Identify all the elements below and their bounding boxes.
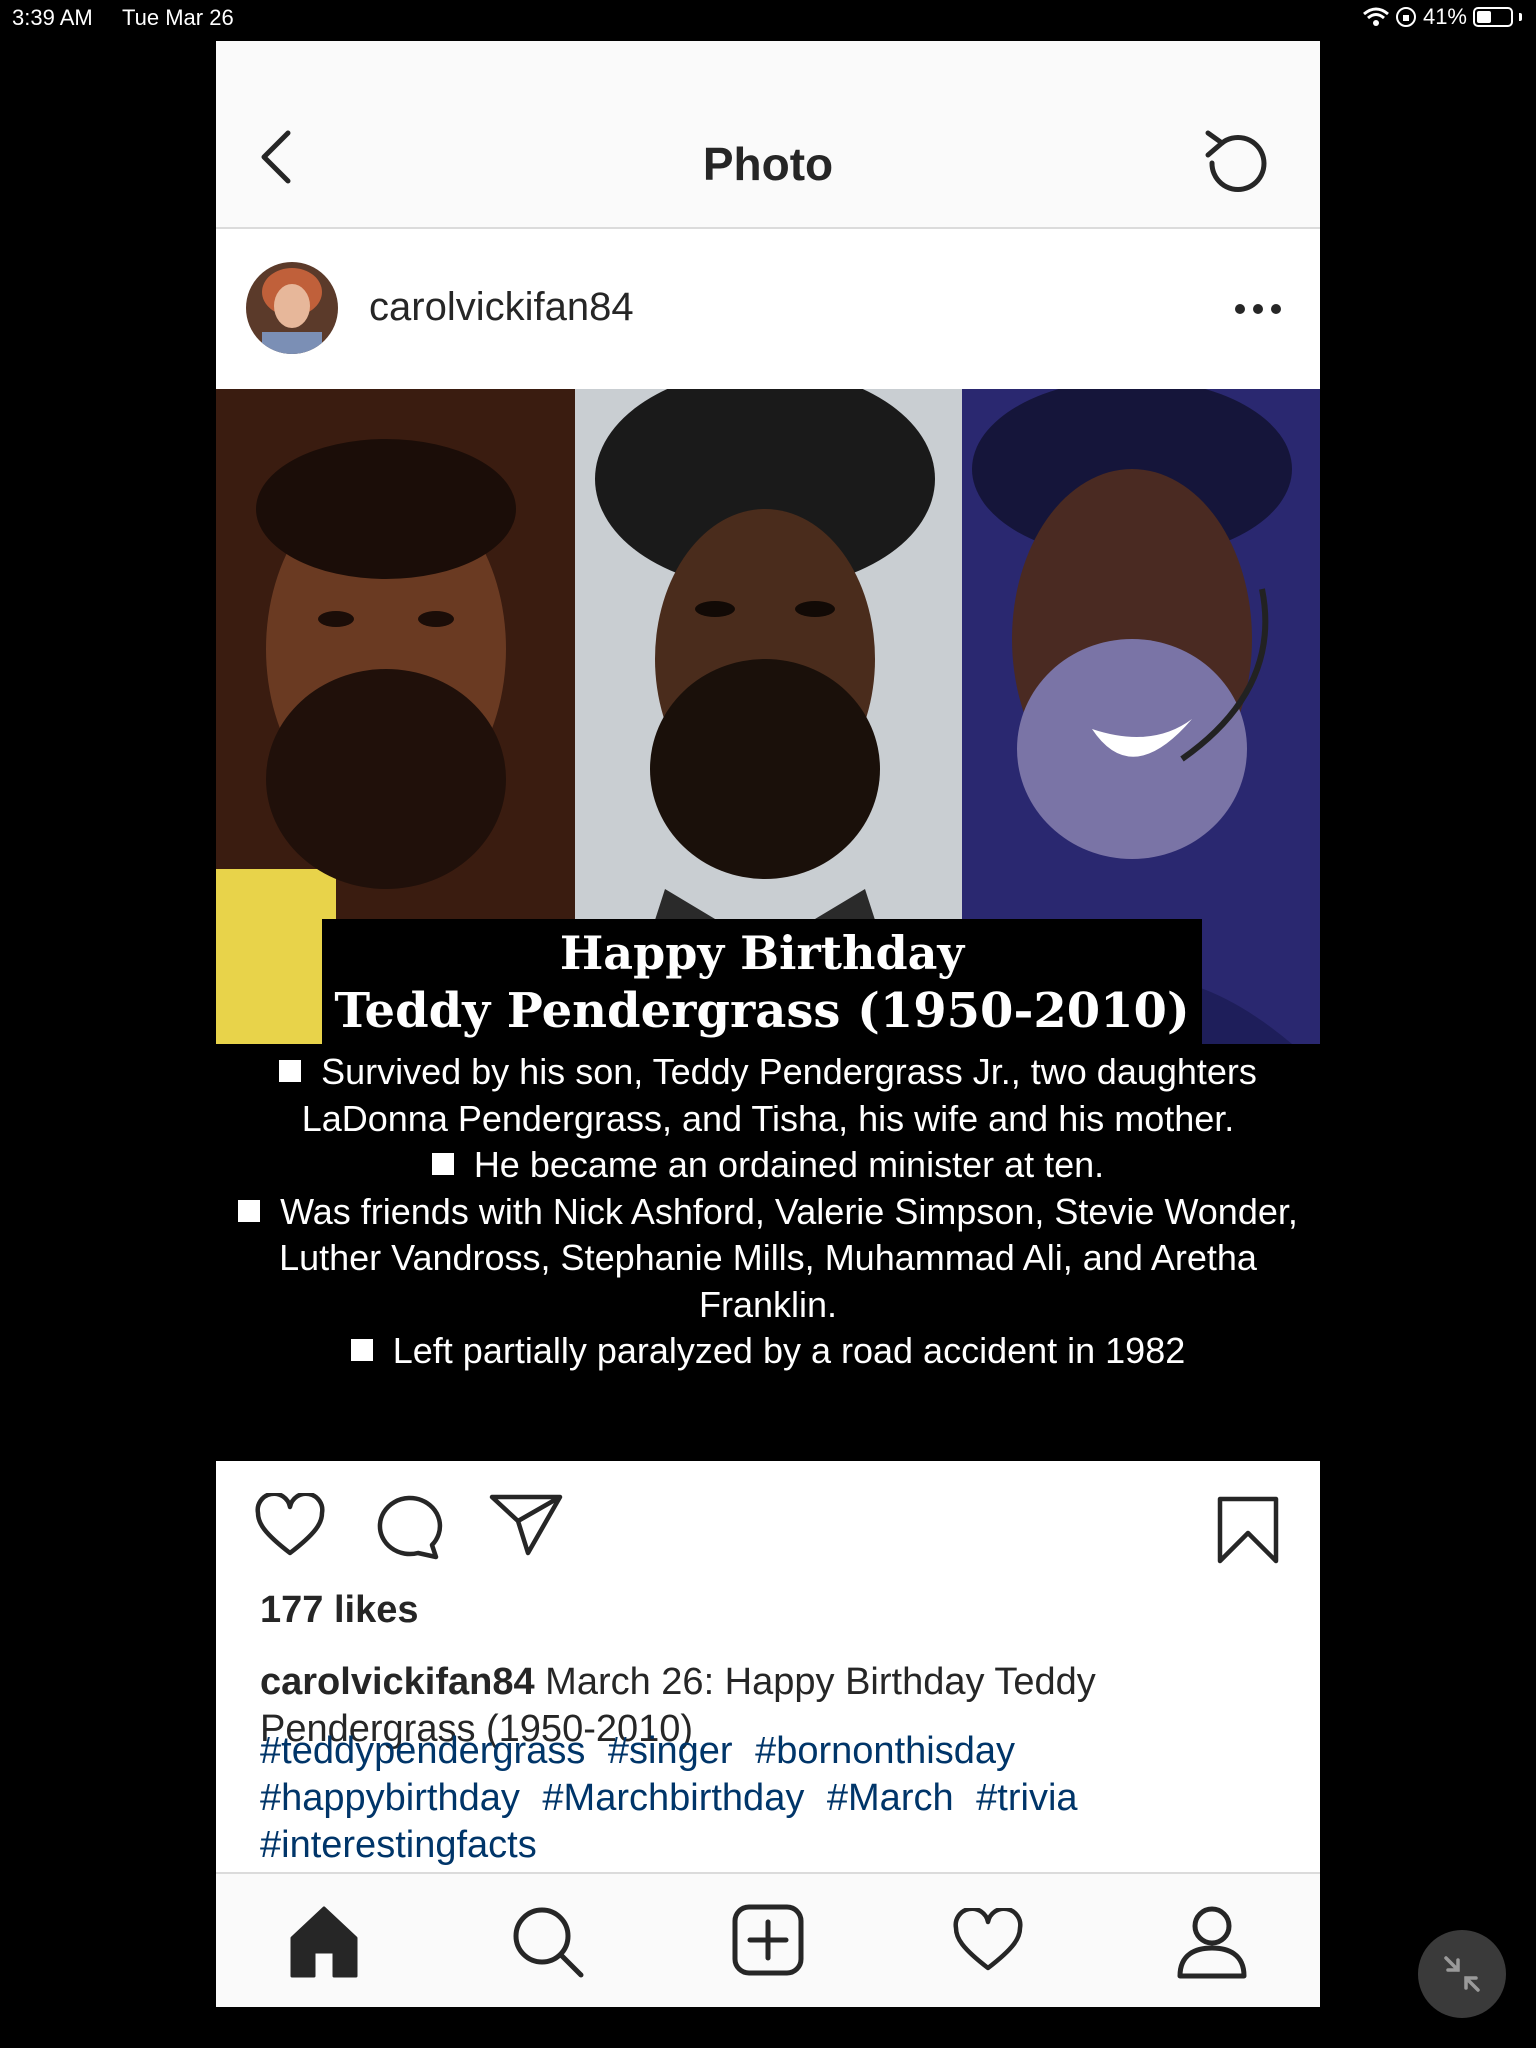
hashtag-link[interactable]: #singer	[608, 1730, 733, 1772]
exit-fullscreen-button[interactable]	[1418, 1930, 1506, 2018]
page-title: Photo	[702, 138, 834, 190]
image-banner: Happy Birthday Teddy Pendergrass (1950-2…	[322, 919, 1202, 1044]
square-bullet-icon	[431, 1153, 454, 1175]
bottom-tab-bar	[216, 1872, 1320, 2007]
more-options-icon[interactable]	[1234, 301, 1282, 317]
refresh-icon[interactable]	[1200, 125, 1276, 201]
post-username[interactable]: carolvickifan84	[369, 285, 634, 330]
caption-username[interactable]: carolvickifan84	[260, 1661, 535, 1703]
fact-item: Was friends with Nick Ashford, Valerie S…	[216, 1189, 1320, 1329]
likes-count[interactable]: 177 likes	[260, 1589, 418, 1632]
status-time: 3:39 AM	[12, 5, 93, 30]
status-date: Tue Mar 26	[122, 5, 234, 30]
home-icon[interactable]	[288, 1904, 360, 1980]
post-image[interactable]: Happy Birthday Teddy Pendergrass (1950-2…	[216, 389, 1320, 1461]
banner-subtitle: Teddy Pendergrass (1950-2010)	[334, 983, 1190, 1039]
bookmark-icon[interactable]	[1216, 1495, 1280, 1565]
hashtag-link[interactable]: #bornonthisday	[755, 1730, 1015, 1772]
hashtag-link[interactable]: #trivia	[976, 1777, 1077, 1819]
nav-header: Photo	[216, 41, 1320, 229]
square-bullet-icon	[279, 1060, 302, 1082]
hashtag-link[interactable]: #Marchbirthday	[542, 1777, 804, 1819]
banner-title: Happy Birthday	[559, 926, 965, 980]
fact-item: Survived by his son, Teddy Pendergrass J…	[216, 1049, 1320, 1142]
collapse-arrows-icon	[1444, 1956, 1480, 1992]
orientation-lock-icon	[1395, 7, 1416, 27]
hashtag-link[interactable]: #teddypendergrass	[260, 1730, 585, 1772]
status-indicators: 41%	[1362, 4, 1522, 30]
hashtag-link[interactable]: #happybirthday	[260, 1777, 520, 1819]
search-icon[interactable]	[510, 1904, 586, 1980]
square-bullet-icon	[238, 1199, 261, 1222]
fact-item: He became an ordained minister at ten.	[216, 1142, 1320, 1189]
share-direct-icon[interactable]	[488, 1491, 564, 1557]
instagram-screen: Photo carolvickifan84 Happy Birthday Ted…	[216, 41, 1320, 2007]
profile-icon[interactable]	[1176, 1904, 1248, 1980]
post-header: carolvickifan84	[216, 229, 1320, 389]
fact-item: Left partially paralyzed by a road accid…	[216, 1328, 1320, 1375]
like-heart-icon[interactable]	[254, 1493, 326, 1559]
battery-percent: 41%	[1422, 4, 1467, 29]
hashtag-link[interactable]: #March	[827, 1777, 954, 1819]
status-bar: 3:39 AM Tue Mar 26 41%	[0, 0, 1536, 38]
wifi-icon	[1362, 7, 1389, 26]
image-facts: Survived by his son, Teddy Pendergrass J…	[216, 1049, 1320, 1375]
activity-heart-icon[interactable]	[952, 1908, 1024, 1974]
comment-icon[interactable]	[374, 1493, 444, 1561]
avatar[interactable]	[246, 262, 338, 354]
square-bullet-icon	[350, 1339, 373, 1361]
hashtags: #teddypendergrass #singer #bornonthisday…	[260, 1728, 1290, 1869]
hashtag-link[interactable]: #interestingfacts	[260, 1824, 537, 1866]
post-actions	[216, 1461, 1320, 1591]
add-post-icon[interactable]	[732, 1904, 804, 1976]
battery-icon	[1473, 7, 1513, 27]
